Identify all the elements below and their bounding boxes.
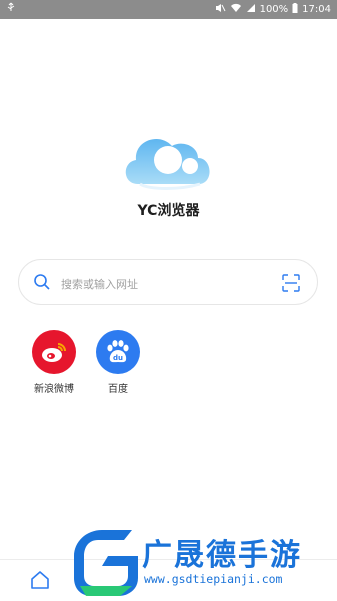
svg-text:du: du [113,354,123,362]
usb-icon [6,2,16,15]
shortcut-label-weibo: 新浪微博 [34,384,74,395]
app-logo [120,128,220,198]
search-input[interactable] [59,272,283,296]
search-icon [33,273,51,295]
scan-icon[interactable] [281,273,301,297]
signal-icon [246,3,256,17]
weibo-icon [32,330,76,374]
battery-icon [292,3,298,17]
home-icon[interactable] [29,569,51,595]
app-title: YC浏览器 [137,203,200,219]
watermark-text: 广晟德手游 [142,538,302,573]
watermark: 广晟德手游 www.gsdtiepianji.com [72,522,337,600]
status-bar: 100% 17:04 [0,0,337,19]
battery-percent: 100% [259,4,289,15]
wifi-icon [230,3,242,17]
mute-icon [215,3,226,17]
watermark-logo-icon [74,530,138,596]
status-time: 17:04 [302,4,331,15]
shortcut-weibo[interactable]: 新浪微博 [27,330,81,395]
shortcut-baidu[interactable]: du 百度 [91,330,145,395]
search-bar[interactable] [18,259,318,305]
baidu-icon: du [96,330,140,374]
shortcut-label-baidu: 百度 [108,384,128,395]
watermark-url: www.gsdtiepianji.com [144,572,283,586]
